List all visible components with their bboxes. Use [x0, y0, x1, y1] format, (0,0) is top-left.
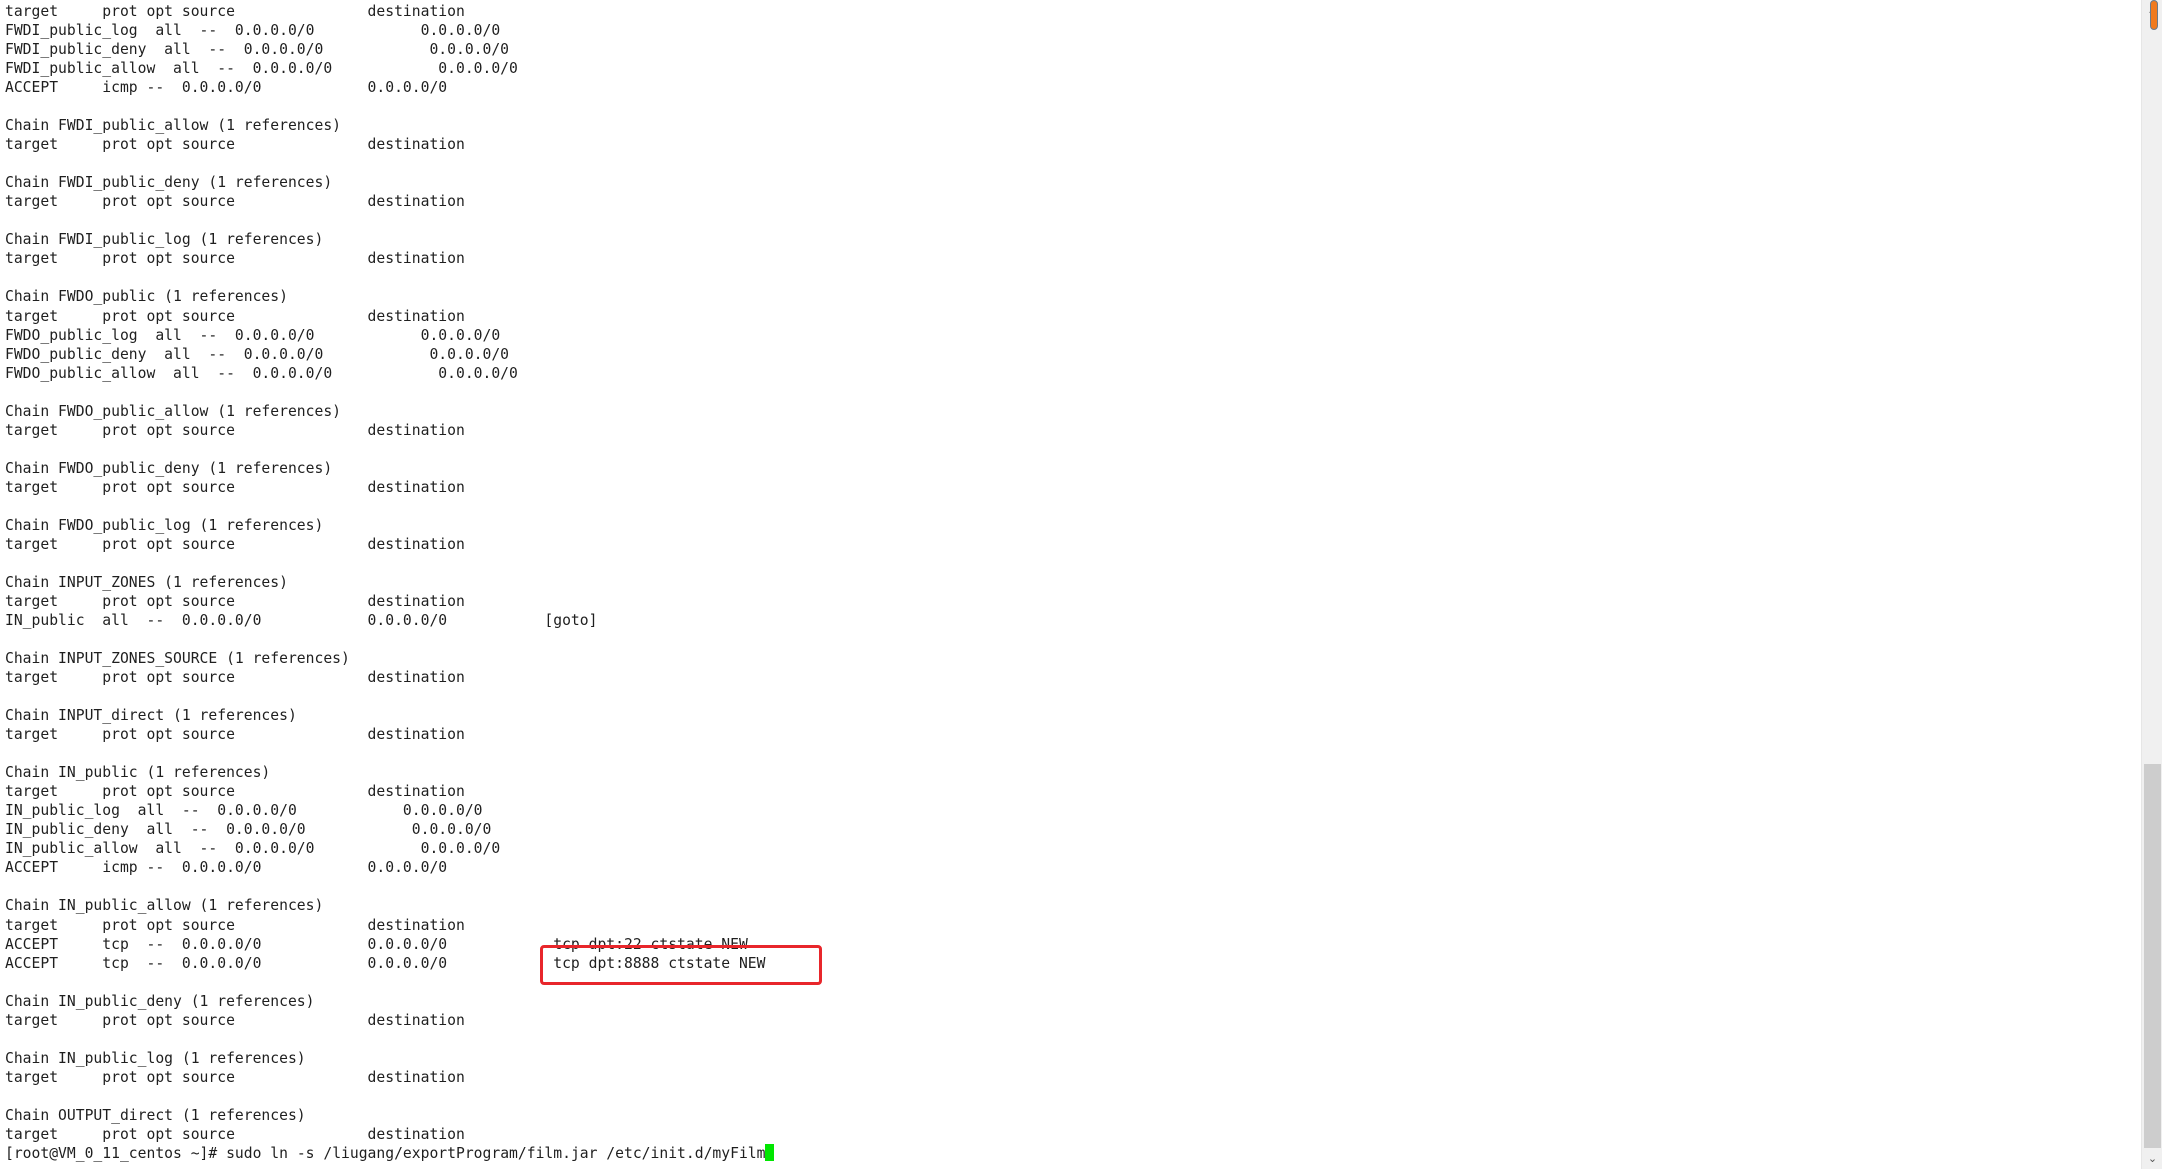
- chain-heading: Chain OUTPUT_direct (1 references): [5, 1106, 306, 1124]
- column-header-line: target prot opt source destination: [5, 783, 465, 801]
- rule-line: FWDI_public_deny all -- 0.0.0.0/0 0.0.0.…: [5, 41, 510, 59]
- annotation-highlight-box: [540, 945, 822, 985]
- chain-heading: Chain IN_public (1 references): [5, 764, 271, 782]
- chain-heading: Chain IN_public_deny (1 references): [5, 992, 315, 1010]
- chain-heading: Chain FWDI_public_allow (1 references): [5, 117, 342, 135]
- chain-heading: Chain FWDO_public (1 references): [5, 288, 288, 306]
- rule-line: IN_public_log all -- 0.0.0.0/0 0.0.0.0/0: [5, 802, 483, 820]
- column-header-line: target prot opt source destination: [5, 535, 465, 553]
- column-header-line: target prot opt source destination: [5, 193, 465, 211]
- chain-heading: Chain FWDO_public_allow (1 references): [5, 402, 342, 420]
- chain-heading: Chain IN_public_log (1 references): [5, 1049, 306, 1067]
- column-header-line: target prot opt source destination: [5, 1068, 465, 1086]
- column-header-line: target prot opt source destination: [5, 1011, 465, 1029]
- chain-heading: Chain IN_public_allow (1 references): [5, 897, 324, 915]
- terminal-output: target prot opt source destination FWDI_p…: [5, 2, 775, 1163]
- column-header-line: target prot opt source destination: [5, 307, 465, 325]
- column-header-line: target prot opt source destination: [5, 3, 465, 20]
- chain-heading: Chain FWDO_public_log (1 references): [5, 516, 324, 534]
- shell-prompt: [root@VM_0_11_centos ~]#: [5, 1144, 227, 1162]
- column-header-line: target prot opt source destination: [5, 916, 465, 934]
- text-cursor: [765, 1143, 775, 1161]
- rule-line: FWDO_public_deny all -- 0.0.0.0/0 0.0.0.…: [5, 345, 510, 363]
- rule-line: ACCEPT icmp -- 0.0.0.0/0 0.0.0.0/0: [5, 859, 448, 877]
- column-header-line: target prot opt source destination: [5, 1125, 465, 1143]
- chain-heading: Chain INPUT_ZONES_SOURCE (1 references): [5, 650, 350, 668]
- column-header-line: target prot opt source destination: [5, 136, 465, 154]
- command-input[interactable]: sudo ln -s /liugang/exportProgram/film.j…: [226, 1145, 765, 1162]
- column-header-line: target prot opt source destination: [5, 478, 465, 496]
- scrollbar-thumb[interactable]: [2144, 764, 2161, 1148]
- column-header-line: target prot opt source destination: [5, 421, 465, 439]
- column-header-line: target prot opt source destination: [5, 669, 465, 687]
- chain-heading: Chain FWDI_public_log (1 references): [5, 231, 324, 249]
- rule-line: ACCEPT icmp -- 0.0.0.0/0 0.0.0.0/0: [5, 79, 448, 97]
- vertical-scrollbar[interactable]: ▴ ⌄: [2141, 0, 2162, 1169]
- chain-heading: Chain FWDO_public_deny (1 references): [5, 459, 333, 477]
- rule-line: FWDO_public_log all -- 0.0.0.0/0 0.0.0.0…: [5, 326, 501, 344]
- scroll-position-marker: [2150, 0, 2158, 30]
- rule-line: FWDI_public_allow all -- 0.0.0.0/0 0.0.0…: [5, 60, 518, 78]
- chain-heading: Chain FWDI_public_deny (1 references): [5, 174, 333, 192]
- rule-line: IN_public_deny all -- 0.0.0.0/0 0.0.0.0/…: [5, 821, 492, 839]
- chain-heading: Chain INPUT_ZONES (1 references): [5, 573, 288, 591]
- prompt-line[interactable]: [root@VM_0_11_centos ~]# sudo ln -s /liu…: [5, 1143, 775, 1163]
- rule-line: IN_public all -- 0.0.0.0/0 0.0.0.0/0 [go…: [5, 612, 598, 629]
- scroll-down-arrow-icon[interactable]: ⌄: [2144, 1150, 2161, 1168]
- terminal-window[interactable]: target prot opt source destination FWDI_p…: [0, 0, 2140, 1169]
- rule-line: FWDI_public_log all -- 0.0.0.0/0 0.0.0.0…: [5, 22, 501, 40]
- rule-line: IN_public_allow all -- 0.0.0.0/0 0.0.0.0…: [5, 840, 501, 858]
- column-header-line: target prot opt source destination: [5, 726, 465, 744]
- column-header-line: target prot opt source destination: [5, 592, 465, 610]
- column-header-line: target prot opt source destination: [5, 250, 465, 268]
- rule-line: FWDO_public_allow all -- 0.0.0.0/0 0.0.0…: [5, 364, 518, 382]
- chain-heading: Chain INPUT_direct (1 references): [5, 707, 297, 725]
